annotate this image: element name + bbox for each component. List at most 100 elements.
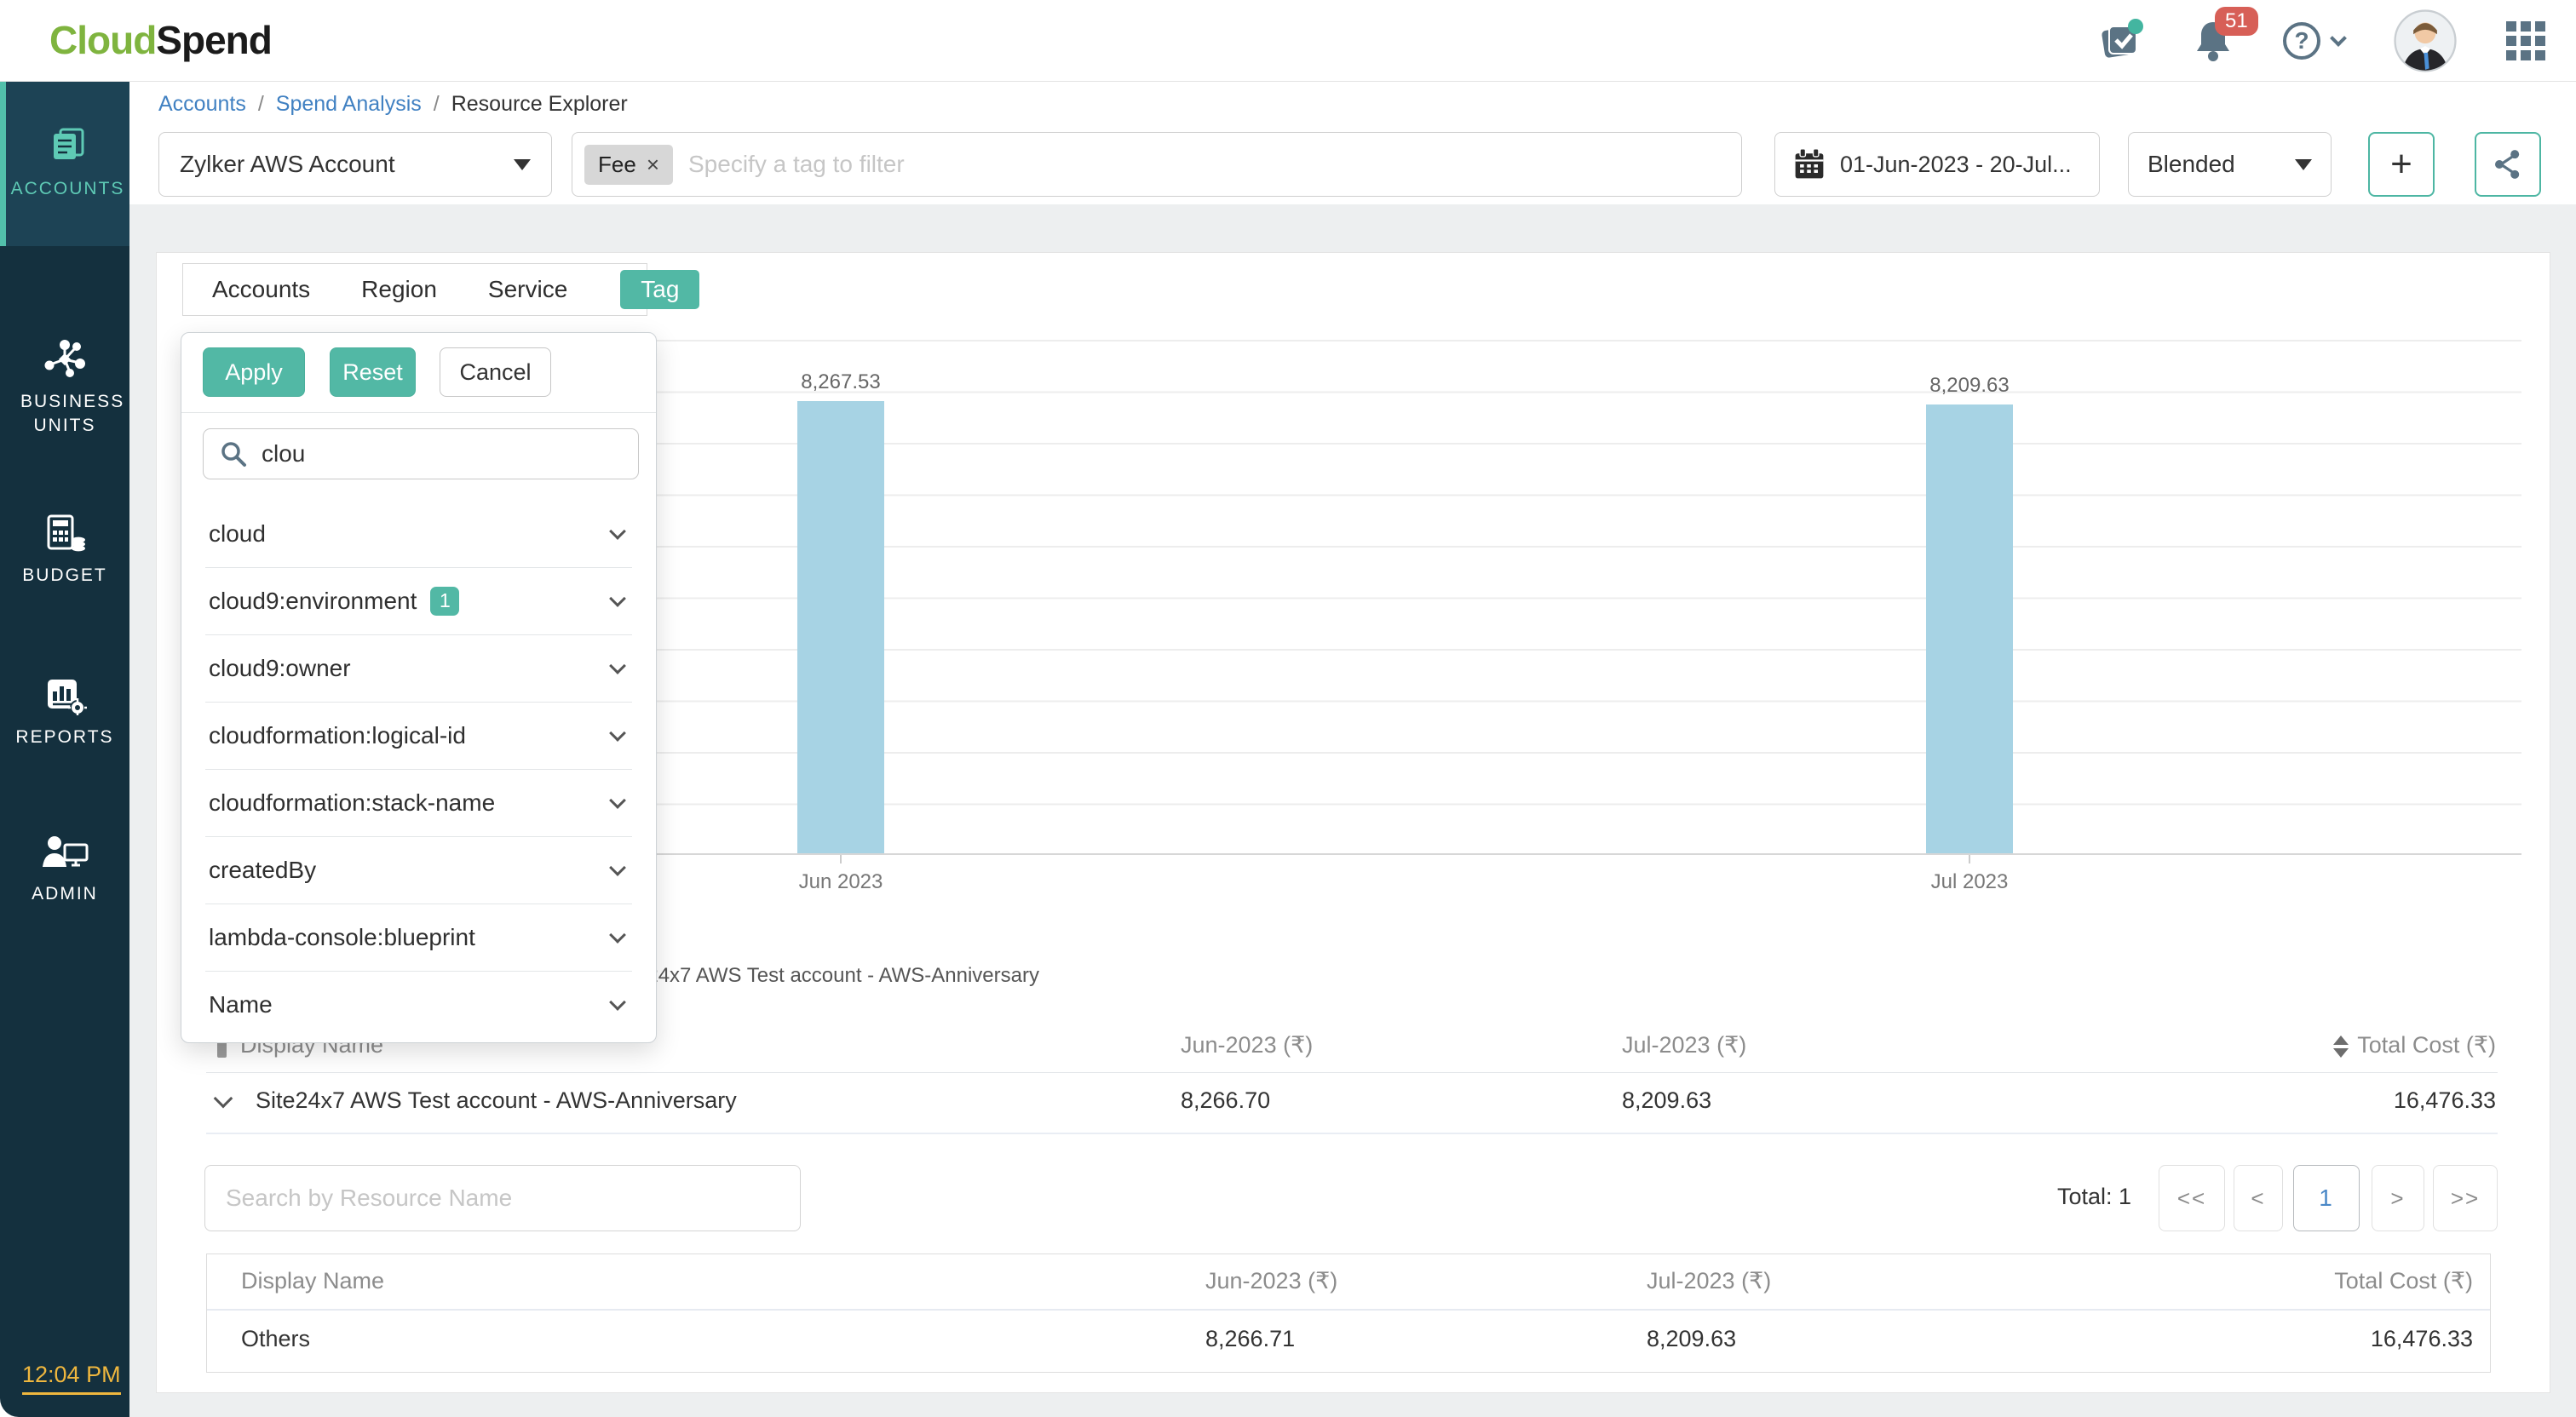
sidebar-item-accounts[interactable]: ACCOUNTS [0,82,129,246]
share-button[interactable] [2475,132,2541,197]
tag-item-cloud9-owner[interactable]: cloud9:owner [181,634,656,702]
cloudspend-logo: CloudSpend [49,17,272,63]
tasks-button[interactable] [2099,19,2143,63]
others-table-row[interactable]: Others 8,266.71 8,209.63 16,476.33 [207,1312,2490,1372]
tag-item-cloudformation-stack-name[interactable]: cloudformation:stack-name [181,769,656,836]
notifications-button[interactable]: 51 [2193,19,2234,63]
bar-jun[interactable] [797,401,884,853]
pagination-prev-button[interactable]: < [2234,1165,2283,1231]
sidebar-item-label: BUDGET [22,564,107,588]
chevron-down-icon[interactable] [609,994,626,1011]
help-button[interactable]: ? [2283,22,2344,60]
x-axis-label-jul: Jul 2023 [1876,870,2063,894]
pagination-current-page[interactable]: 1 [2293,1165,2360,1231]
legend-label: Site24x7 AWS Test account - AWS-Annivers… [612,964,1039,988]
tag-filter-input[interactable]: Fee × Specify a tag to filter [572,132,1742,197]
panel-buttons-row: Apply Reset Cancel [181,333,656,413]
app-root: CloudSpend 51 ? [0,0,2576,1417]
budget-icon [42,513,88,554]
col-jun: Jun-2023 (₹) [1205,1268,1337,1294]
tab-tag[interactable]: Tag [620,270,699,309]
row-total-value: 16,476.33 [2394,1087,2496,1114]
sort-icon[interactable] [2333,1036,2349,1058]
caret-down-icon [514,159,531,170]
pagination-next-button[interactable]: > [2372,1165,2424,1231]
resource-search-input[interactable] [204,1165,801,1231]
tag-search-input[interactable] [262,440,602,468]
chevron-down-icon[interactable] [609,725,626,742]
chip-close-icon[interactable]: × [647,152,659,178]
row-jul-value: 8,209.63 [1622,1087,1711,1114]
tag-item-cloud9-environment[interactable]: cloud9:environment 1 [181,567,656,634]
reports-icon [43,674,87,715]
cost-view-value: Blended [2148,151,2235,178]
app-grid-button[interactable] [2506,21,2545,60]
tag-item-cloud[interactable]: cloud [181,500,656,567]
sidebar-item-admin[interactable]: ADMIN [0,823,129,916]
date-range-picker[interactable]: 01-Jun-2023 - 20-Jul... [1774,132,2100,197]
bar-jul[interactable] [1926,404,2013,853]
tag-item-name[interactable]: Name [181,971,656,1038]
tab-region[interactable]: Region [361,276,437,303]
sidebar-item-business-units[interactable]: BUSINESS UNITS [0,337,129,439]
tag-search-box[interactable] [203,428,639,479]
grid-icon [2506,21,2545,60]
col-total-cost: Total Cost (₹) [2334,1268,2473,1294]
row-display-name: Site24x7 AWS Test account - AWS-Annivers… [256,1087,737,1114]
admin-icon [41,833,89,872]
chevron-down-icon[interactable] [609,859,626,876]
tag-filter-panel: Apply Reset Cancel cloud cloud9:environm… [181,332,657,1043]
pagination-first-button[interactable]: << [2159,1165,2225,1231]
apply-button[interactable]: Apply [203,347,305,397]
tag-filter-placeholder: Specify a tag to filter [688,151,905,178]
chevron-down-icon[interactable] [609,590,626,607]
current-time[interactable]: 12:04 PM [22,1362,121,1395]
search-icon [219,439,248,468]
row-jun-value: 8,266.71 [1205,1326,1295,1352]
add-button[interactable]: + [2368,132,2435,197]
avatar-icon [2394,9,2457,72]
row-expand-icon[interactable] [214,1089,233,1109]
account-selector-value: Zylker AWS Account [180,151,395,178]
col-total-cost[interactable]: Total Cost (₹) [2333,1032,2496,1058]
chevron-down-icon[interactable] [609,523,626,540]
bar-value-label: 8,267.53 [801,370,880,394]
chevron-down-icon[interactable] [609,792,626,809]
cost-table-row[interactable]: Site24x7 AWS Test account - AWS-Annivers… [206,1073,2498,1134]
tag-item-lambda-console-blueprint[interactable]: lambda-console:blueprint [181,904,656,971]
user-avatar[interactable] [2394,9,2457,72]
sidebar-item-reports[interactable]: REPORTS [0,665,129,759]
tag-item-cloudformation-logical-id[interactable]: cloudformation:logical-id [181,702,656,769]
col-jul: Jul-2023 (₹) [1647,1268,1771,1294]
others-table: Display Name Jun-2023 (₹) Jul-2023 (₹) T… [206,1254,2491,1373]
reset-button[interactable]: Reset [330,347,416,397]
row-jul-value: 8,209.63 [1647,1326,1736,1352]
dimension-tabs: Accounts Region Service Tag [182,263,647,316]
pagination-last-button[interactable]: >> [2433,1165,2498,1231]
chevron-down-icon[interactable] [609,926,626,944]
breadcrumb-spend-analysis[interactable]: Spend Analysis [276,92,422,117]
tasks-icon [2099,19,2143,63]
tab-accounts[interactable]: Accounts [212,276,310,303]
spend-bar-chart: 8,267.53 8,209.63 [596,340,2521,855]
logo-cloud: Cloud [49,18,156,62]
business-units-icon [42,339,88,380]
tab-service[interactable]: Service [488,276,567,303]
col-jul: Jul-2023 (₹) [1622,1032,1746,1058]
others-table-header: Display Name Jun-2023 (₹) Jul-2023 (₹) T… [207,1254,2490,1311]
row-total-value: 16,476.33 [2371,1326,2473,1352]
breadcrumb-accounts[interactable]: Accounts [158,92,246,117]
logo-spend: Spend [156,18,272,62]
account-selector[interactable]: Zylker AWS Account [158,132,552,197]
tag-item-createdby[interactable]: createdBy [181,836,656,904]
cancel-button[interactable]: Cancel [440,347,551,397]
sidebar-item-budget[interactable]: BUDGET [0,503,129,597]
tag-chip-fee[interactable]: Fee × [584,145,673,185]
cost-view-selector[interactable]: Blended [2128,132,2332,197]
sidebar-item-label: BUSINESS UNITS [20,390,109,439]
sidebar-item-label: ACCOUNTS [11,177,125,201]
breadcrumb-current: Resource Explorer [451,92,628,117]
chevron-down-icon[interactable] [609,657,626,674]
calendar-icon [1792,147,1826,181]
left-sidebar: ACCOUNTS BUSINESS UNITS [0,82,129,1417]
